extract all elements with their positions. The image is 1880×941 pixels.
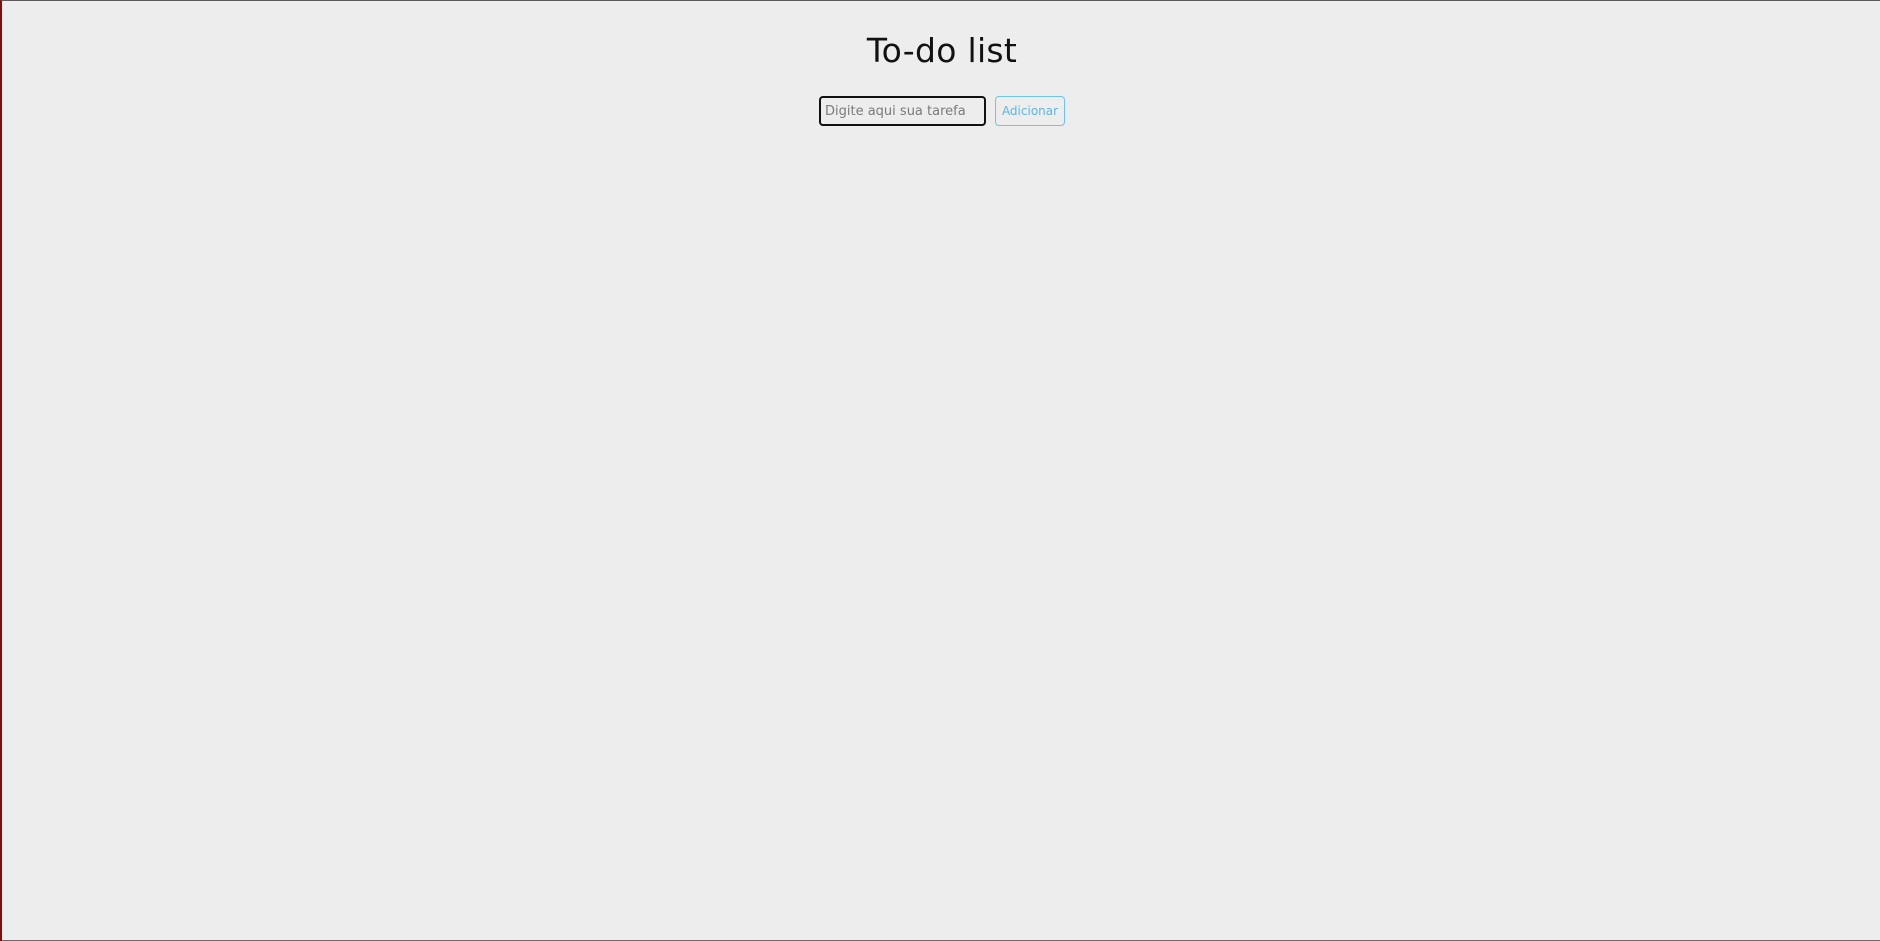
add-task-button[interactable]: Adicionar (995, 96, 1065, 126)
task-form: Adicionar (2, 96, 1880, 126)
page-title: To-do list (866, 31, 1018, 70)
task-input[interactable] (819, 96, 986, 126)
app-page: To-do list Adicionar (0, 0, 1880, 941)
